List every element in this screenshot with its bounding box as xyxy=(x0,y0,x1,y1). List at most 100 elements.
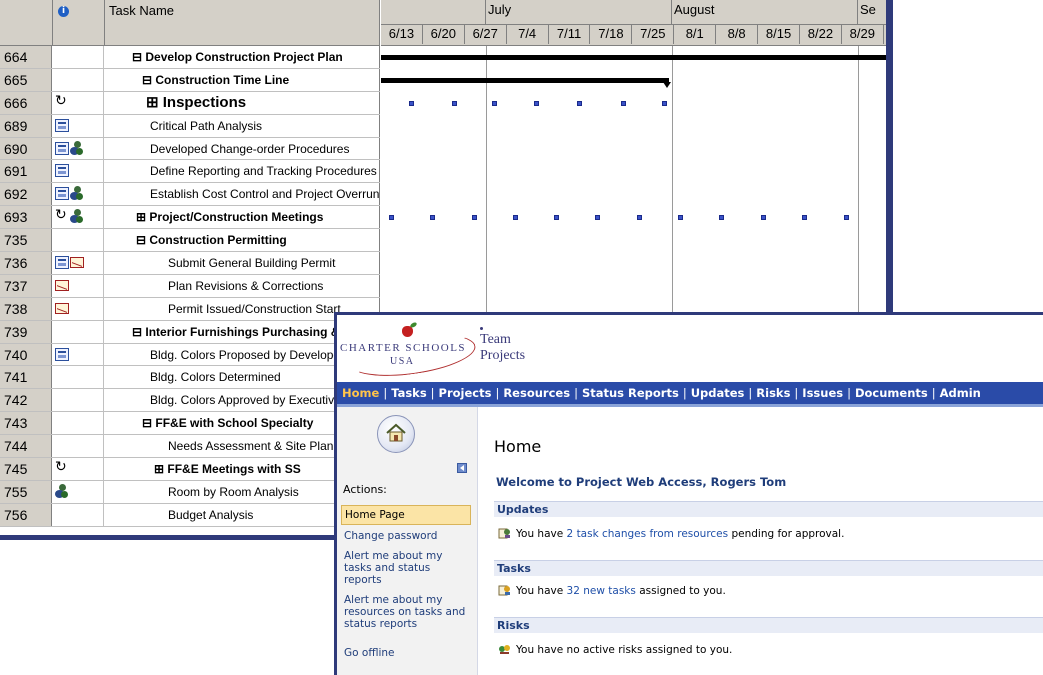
task-name[interactable]: Plan Revisions & Corrections xyxy=(104,274,380,297)
task-name[interactable]: ⊞ Inspections xyxy=(104,91,380,114)
task-row[interactable]: 740 Bldg. Colors Proposed by Developer xyxy=(0,343,380,367)
collapse-sidebar-icon[interactable] xyxy=(457,463,467,473)
recurring-task-marker[interactable] xyxy=(554,215,559,221)
nav-resources[interactable]: Resources xyxy=(502,386,571,400)
task-row[interactable]: 735 ⊟ Construction Permitting xyxy=(0,229,380,253)
task-name[interactable]: Developed Change-order Procedures xyxy=(104,137,380,160)
task-id[interactable]: 693 xyxy=(0,206,52,229)
task-id[interactable]: 744 xyxy=(0,435,52,458)
nav-status-reports[interactable]: Status Reports xyxy=(581,386,680,400)
recurring-task-marker[interactable] xyxy=(637,215,642,221)
recurring-task-marker[interactable] xyxy=(534,100,539,106)
task-id[interactable]: 740 xyxy=(0,343,52,366)
task-row[interactable]: 755 Room by Room Analysis xyxy=(0,480,380,504)
action-alert-me-about-my-resources-on-tasks-and-status-reports[interactable]: Alert me about my resources on tasks and… xyxy=(341,591,471,633)
task-id[interactable]: 689 xyxy=(0,114,52,137)
task-row[interactable]: 741 Bldg. Colors Determined xyxy=(0,366,380,390)
task-changes-link[interactable]: 2 task changes from resources xyxy=(567,528,729,540)
task-row[interactable]: 693 ↻ ⊞ Project/Construction Meetings xyxy=(0,206,380,230)
recurring-task-marker[interactable] xyxy=(452,100,457,106)
action-alert-me-about-my-tasks-and-status-reports[interactable]: Alert me about my tasks and status repor… xyxy=(341,547,471,589)
nav-admin[interactable]: Admin xyxy=(939,386,982,400)
recurring-task-marker[interactable] xyxy=(492,100,497,106)
task-name[interactable]: Define Reporting and Tracking Procedures xyxy=(104,160,380,183)
nav-updates[interactable]: Updates xyxy=(690,386,746,400)
task-name[interactable]: ⊞ Project/Construction Meetings xyxy=(104,206,380,229)
task-row[interactable]: 690 Developed Change-order Procedures xyxy=(0,137,380,161)
recurring-task-marker[interactable] xyxy=(662,100,667,106)
task-id[interactable]: 665 xyxy=(0,68,52,91)
nav-risks[interactable]: Risks xyxy=(755,386,791,400)
task-row[interactable]: 738 Permit Issued/Construction Start xyxy=(0,297,380,321)
nav-tasks[interactable]: Tasks xyxy=(390,386,427,400)
task-row[interactable]: 665 ⊟ Construction Time Line xyxy=(0,68,380,92)
task-name[interactable]: ⊟ Construction Time Line xyxy=(104,68,380,91)
task-name[interactable]: Establish Cost Control and Project Overr… xyxy=(104,183,380,206)
task-row[interactable]: 744 Needs Assessment & Site Planning xyxy=(0,435,380,459)
task-id[interactable]: 737 xyxy=(0,274,52,297)
recurring-task-marker[interactable] xyxy=(595,215,600,221)
updates-text-post: pending for approval. xyxy=(728,528,845,540)
task-row[interactable]: 742 Bldg. Colors Approved by Executive xyxy=(0,389,380,413)
task-id[interactable]: 743 xyxy=(0,412,52,435)
nav-issues[interactable]: Issues xyxy=(801,386,844,400)
task-name[interactable]: Critical Path Analysis xyxy=(104,114,380,137)
task-id[interactable]: 756 xyxy=(0,503,52,526)
task-row[interactable]: 736 Submit General Building Permit xyxy=(0,252,380,275)
risks-icon xyxy=(498,643,511,655)
task-id[interactable]: 739 xyxy=(0,320,52,343)
task-id[interactable]: 692 xyxy=(0,183,52,206)
task-name[interactable]: Submit General Building Permit xyxy=(104,252,380,274)
task-id[interactable]: 742 xyxy=(0,389,52,412)
nav-home[interactable]: Home xyxy=(341,386,380,400)
task-row[interactable]: 689 Critical Path Analysis xyxy=(0,114,380,138)
task-id[interactable]: 691 xyxy=(0,160,52,183)
recurring-task-marker[interactable] xyxy=(761,215,766,221)
task-name-column-header[interactable]: Task Name xyxy=(104,0,380,45)
recurring-task-marker[interactable] xyxy=(621,100,626,106)
task-id[interactable]: 690 xyxy=(0,137,52,160)
action-go-offline[interactable]: Go offline xyxy=(341,644,471,662)
recurring-task-marker[interactable] xyxy=(577,100,582,106)
id-column-header[interactable] xyxy=(0,0,53,45)
task-id[interactable]: 735 xyxy=(0,229,52,252)
task-id[interactable]: 738 xyxy=(0,297,52,320)
task-name[interactable]: ⊟ Construction Permitting xyxy=(104,229,380,252)
task-row[interactable]: 737 Plan Revisions & Corrections xyxy=(0,274,380,298)
action-home-page[interactable]: Home Page xyxy=(341,505,471,525)
task-id[interactable]: 741 xyxy=(0,366,52,389)
recurring-task-marker[interactable] xyxy=(719,215,724,221)
task-row[interactable]: 664 ⊟ Develop Construction Project Plan xyxy=(0,46,380,69)
task-id[interactable]: 755 xyxy=(0,480,52,503)
task-row[interactable]: 666 ↻ ⊞ Inspections xyxy=(0,91,380,115)
home-icon[interactable] xyxy=(377,415,415,453)
task-id[interactable]: 745 xyxy=(0,458,52,480)
action-change-password[interactable]: Change password xyxy=(341,527,471,545)
recurring-task-marker[interactable] xyxy=(389,215,394,221)
task-id[interactable]: 736 xyxy=(0,252,52,274)
recurring-task-marker[interactable] xyxy=(409,100,414,106)
task-row[interactable]: 692 Establish Cost Control and Project Ov… xyxy=(0,183,380,207)
recurring-task-marker[interactable] xyxy=(678,215,683,221)
nav-documents[interactable]: Documents xyxy=(854,386,929,400)
new-tasks-link[interactable]: 32 new tasks xyxy=(567,585,636,597)
summary-bar[interactable] xyxy=(381,77,669,83)
sheet-header: i Task Name xyxy=(0,0,380,46)
recurring-task-marker[interactable] xyxy=(844,215,849,221)
task-row[interactable]: 745 ↻ ⊞ FF&E Meetings with SS xyxy=(0,458,380,481)
task-row[interactable]: 739 ⊟ Interior Furnishings Purchasing & I… xyxy=(0,320,380,344)
recurring-task-marker[interactable] xyxy=(513,215,518,221)
nav-separator: | xyxy=(794,386,799,400)
nav-projects[interactable]: Projects xyxy=(438,386,493,400)
task-id[interactable]: 664 xyxy=(0,46,52,68)
task-row[interactable]: 691 Define Reporting and Tracking Procedu… xyxy=(0,160,380,184)
recurring-task-marker[interactable] xyxy=(802,215,807,221)
task-row[interactable]: 743 ⊟ FF&E with School Specialty xyxy=(0,412,380,436)
task-id[interactable]: 666 xyxy=(0,91,52,114)
recurring-task-marker[interactable] xyxy=(472,215,477,221)
recurring-task-marker[interactable] xyxy=(430,215,435,221)
task-row[interactable]: 756 Budget Analysis xyxy=(0,503,380,527)
summary-bar[interactable] xyxy=(381,54,886,60)
indicators-column-header[interactable]: i xyxy=(52,0,105,45)
task-name[interactable]: ⊟ Develop Construction Project Plan xyxy=(104,46,380,68)
